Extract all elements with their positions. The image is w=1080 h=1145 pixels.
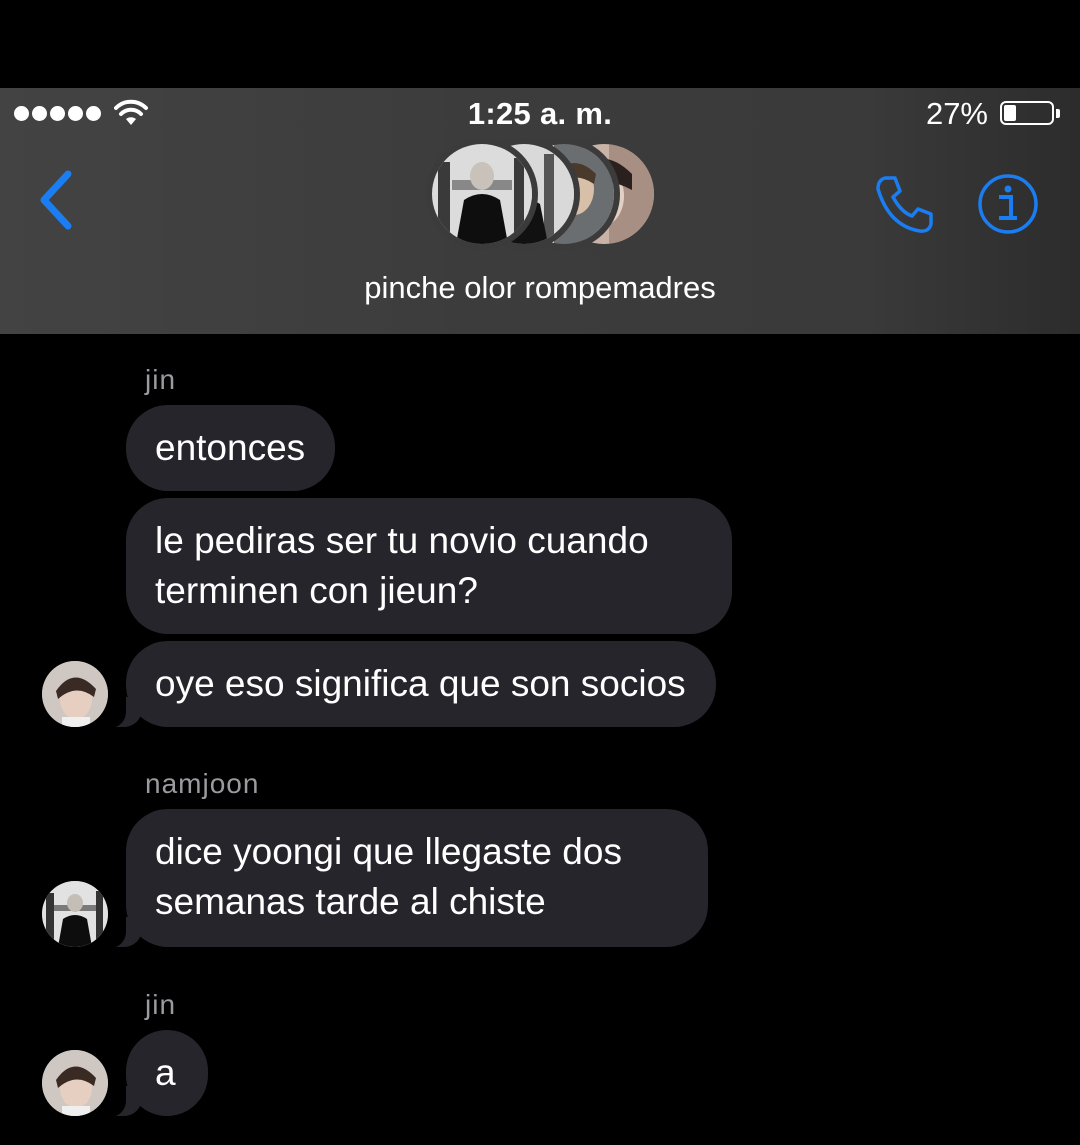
group-name[interactable]: pinche olor rompemadres bbox=[0, 270, 1080, 306]
battery-percent: 27% bbox=[925, 96, 988, 131]
phone-icon bbox=[876, 176, 933, 233]
messages-screen: 1:25 a. m. 27% pinche olor rompemadres j… bbox=[0, 0, 1080, 1145]
message-bubble[interactable]: dice yoongi que llegaste dos semanas tar… bbox=[102, 809, 708, 948]
group-avatar-stack[interactable] bbox=[420, 138, 660, 254]
battery-cap bbox=[1056, 109, 1060, 118]
message-bubble[interactable]: a bbox=[102, 1030, 208, 1117]
info-icon bbox=[978, 174, 1038, 234]
message-list[interactable]: jin entonces le pediras ser tu novio cua… bbox=[0, 334, 1080, 1145]
sender-name: jin bbox=[145, 989, 177, 1020]
back-chevron-icon bbox=[40, 170, 72, 230]
avatar[interactable] bbox=[42, 881, 108, 947]
message-bubble[interactable]: entonces bbox=[126, 405, 336, 491]
avatar[interactable] bbox=[42, 661, 108, 727]
back-button[interactable] bbox=[34, 168, 82, 232]
avatar[interactable] bbox=[42, 1050, 108, 1116]
message-bubble[interactable]: oye eso significa que son socios bbox=[102, 641, 716, 728]
status-bar: 1:25 a. m. 27% bbox=[0, 88, 1080, 140]
group-member-avatar bbox=[426, 138, 538, 250]
battery-icon bbox=[1000, 101, 1054, 125]
info-button[interactable] bbox=[976, 172, 1040, 236]
conversation-header: 1:25 a. m. 27% pinche olor rompemadres bbox=[0, 88, 1080, 334]
call-button[interactable] bbox=[873, 172, 937, 236]
sender-name: namjoon bbox=[145, 768, 260, 799]
sender-name: jin bbox=[145, 364, 177, 395]
status-time: 1:25 a. m. bbox=[467, 96, 613, 131]
message-bubble[interactable]: le pediras ser tu novio cuando terminen … bbox=[126, 498, 732, 634]
